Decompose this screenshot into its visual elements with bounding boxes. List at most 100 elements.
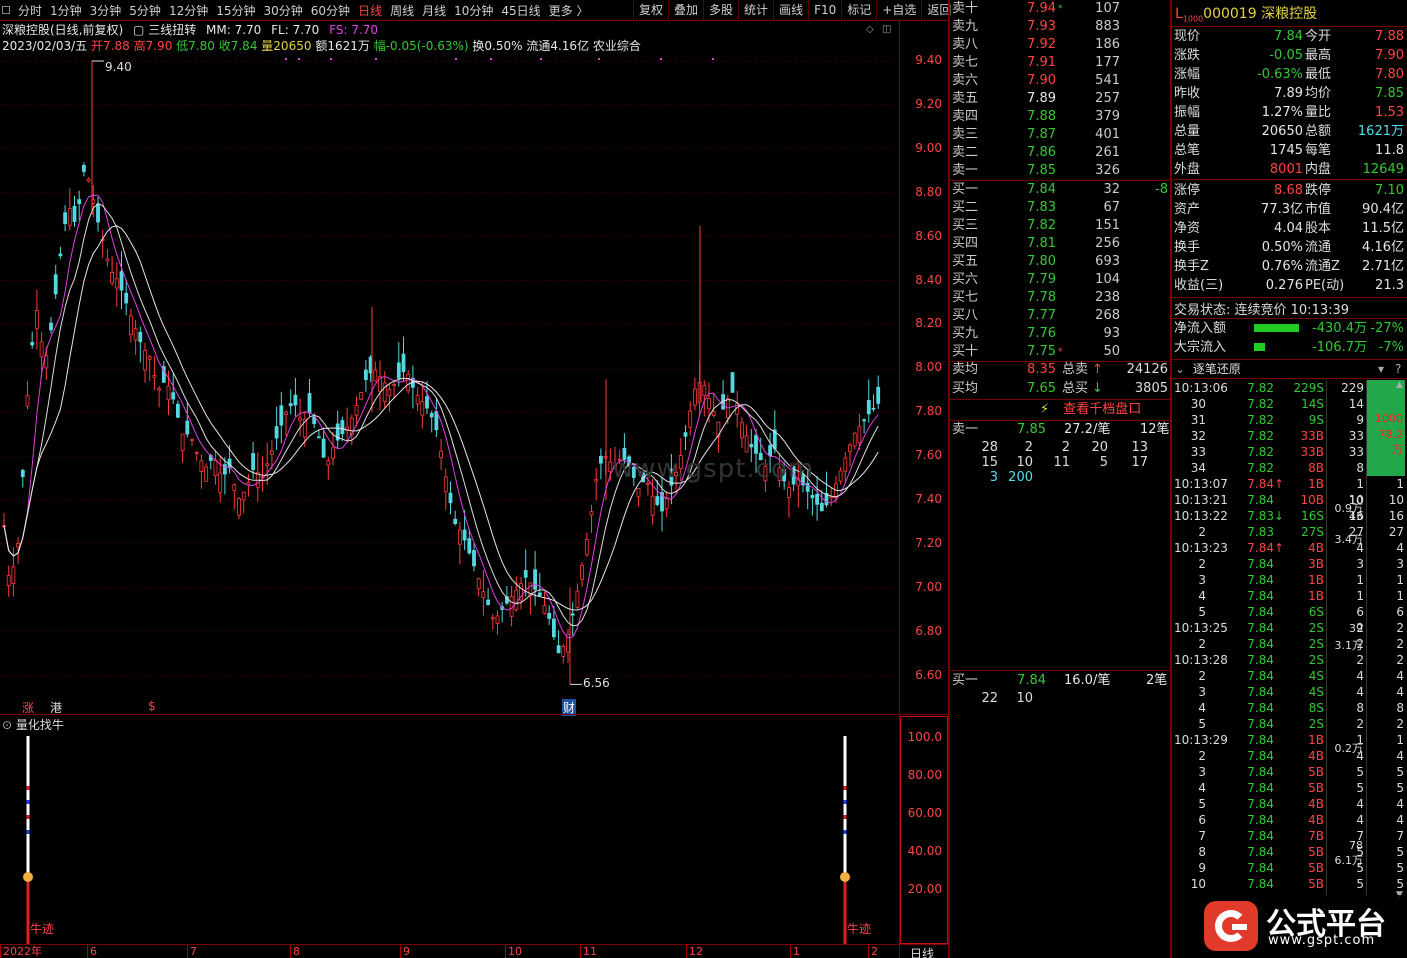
candle-body[interactable]: [298, 417, 303, 421]
candle-body[interactable]: [396, 362, 401, 379]
candle-body[interactable]: [650, 495, 655, 516]
candle-body[interactable]: [316, 436, 321, 439]
candle-body[interactable]: [406, 373, 411, 392]
timeframe-tab[interactable]: 1分钟: [46, 2, 86, 19]
candle-body[interactable]: [143, 350, 147, 371]
candle-body[interactable]: [20, 469, 25, 477]
candle-body[interactable]: [457, 529, 462, 545]
candle-body[interactable]: [147, 356, 152, 360]
candle-body[interactable]: [293, 394, 298, 406]
candle-body[interactable]: [321, 438, 326, 458]
candle-body[interactable]: [354, 404, 359, 416]
timeframe-tab[interactable]: 45日线: [497, 2, 544, 19]
candle-body[interactable]: [392, 384, 397, 387]
tick-scrollbar[interactable]: ▲ ▼: [1395, 380, 1407, 900]
candle-body[interactable]: [429, 413, 434, 418]
candle-body[interactable]: [110, 272, 114, 284]
indicator-name[interactable]: 三线扭转: [148, 23, 196, 37]
sell-level-row[interactable]: 卖九 7.93 883: [950, 18, 1170, 36]
candle-body[interactable]: [185, 420, 190, 435]
candle-body[interactable]: [693, 388, 697, 406]
candle-body[interactable]: [711, 410, 716, 416]
candle-body[interactable]: [269, 450, 274, 455]
candle-body[interactable]: [561, 645, 566, 657]
candle-body[interactable]: [133, 328, 138, 341]
candle-body[interactable]: [279, 405, 284, 426]
candle-body[interactable]: [509, 596, 514, 617]
candle-body[interactable]: [453, 518, 458, 524]
toolbar-button[interactable]: 标记: [841, 0, 876, 20]
candlestick-chart[interactable]: [0, 54, 900, 714]
timeframe-tab[interactable]: 5分钟: [125, 2, 165, 19]
timeframe-tab[interactable]: 分时: [14, 2, 46, 19]
candle-body[interactable]: [570, 613, 575, 616]
candle-body[interactable]: [871, 407, 876, 410]
candle-body[interactable]: [730, 372, 735, 393]
candle-body[interactable]: [6, 575, 11, 587]
candle-body[interactable]: [439, 450, 444, 459]
candle-body[interactable]: [636, 487, 641, 498]
candle-body[interactable]: [171, 392, 176, 400]
candle-body[interactable]: [575, 590, 580, 608]
candle-body[interactable]: [420, 401, 425, 416]
candle-body[interactable]: [128, 315, 133, 336]
sell-level-row[interactable]: 卖五 7.89 257: [950, 90, 1170, 108]
candle-body[interactable]: [589, 511, 594, 516]
candle-body[interactable]: [838, 470, 843, 482]
candle-body[interactable]: [72, 205, 77, 222]
candle-body[interactable]: [425, 396, 429, 409]
candle-body[interactable]: [688, 410, 693, 428]
candle-body[interactable]: [415, 394, 420, 405]
candle-body[interactable]: [490, 617, 495, 620]
candle-body[interactable]: [754, 435, 758, 454]
candle-body[interactable]: [594, 479, 599, 482]
candle-body[interactable]: [138, 331, 143, 343]
candle-body[interactable]: [876, 386, 881, 404]
candle-body[interactable]: [180, 433, 185, 452]
candle-body[interactable]: [810, 494, 815, 499]
candle-body[interactable]: [434, 411, 439, 431]
quant-indicator-chart[interactable]: [0, 730, 900, 944]
candle-body[interactable]: [82, 164, 86, 172]
candle-body[interactable]: [363, 369, 368, 380]
candle-body[interactable]: [584, 539, 589, 556]
candle-body[interactable]: [852, 432, 857, 447]
candle-body[interactable]: [862, 419, 866, 422]
buy-level-row[interactable]: 买九 7.76 93: [950, 325, 1170, 343]
sell-level-row[interactable]: 卖二 7.86 261: [950, 144, 1170, 162]
sell-level-row[interactable]: 卖七 7.91 177: [950, 54, 1170, 72]
candle-body[interactable]: [25, 395, 30, 407]
candle-body[interactable]: [472, 550, 476, 567]
candle-body[interactable]: [547, 612, 552, 619]
sector-value[interactable]: 农业综合: [593, 39, 641, 53]
candle-body[interactable]: [251, 453, 256, 470]
candle-body[interactable]: [288, 403, 293, 407]
candle-body[interactable]: [331, 447, 335, 459]
sell-level-row[interactable]: 卖三 7.87 401: [950, 126, 1170, 144]
candle-body[interactable]: [486, 599, 491, 605]
timeframe-tab[interactable]: 10分钟: [450, 2, 497, 19]
candle-body[interactable]: [30, 342, 35, 346]
candle-body[interactable]: [401, 353, 406, 373]
candle-body[interactable]: [815, 493, 819, 505]
candle-body[interactable]: [537, 592, 542, 597]
toolbar-button[interactable]: 复权: [633, 0, 668, 20]
candle-body[interactable]: [599, 455, 603, 464]
candle-body[interactable]: [86, 178, 91, 182]
candle-body[interactable]: [382, 382, 387, 402]
candle-body[interactable]: [848, 444, 852, 452]
candle-body[interactable]: [237, 498, 241, 516]
candle-body[interactable]: [152, 375, 157, 378]
candle-body[interactable]: [373, 369, 378, 382]
candle-body[interactable]: [664, 497, 669, 510]
candle-body[interactable]: [655, 496, 660, 505]
candle-body[interactable]: [462, 529, 467, 541]
help-icon[interactable]: ?: [1395, 360, 1401, 378]
buy-level-row[interactable]: 买六 7.79 104: [950, 271, 1170, 289]
candle-body[interactable]: [194, 452, 199, 454]
candle-body[interactable]: [204, 466, 209, 482]
toolbar-button[interactable]: 叠加: [668, 0, 703, 20]
diamond-icon[interactable]: ◇: [866, 24, 874, 35]
timeframe-tab[interactable]: 15分钟: [212, 2, 259, 19]
collapse-icon[interactable]: ⌄: [1175, 362, 1185, 376]
